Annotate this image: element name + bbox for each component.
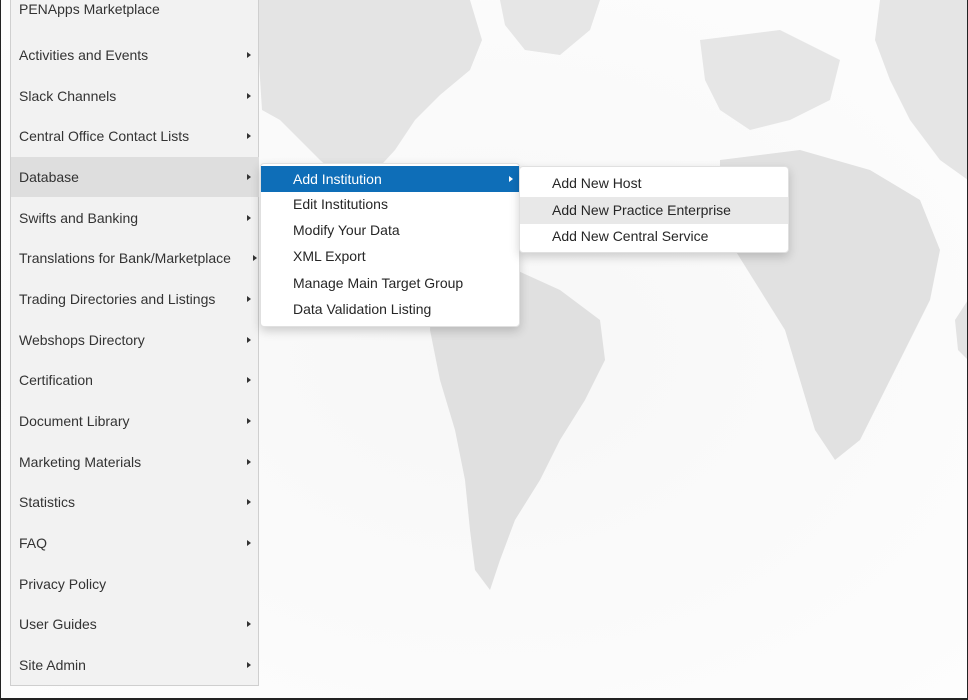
submenu-item-label: Modify Your Data [293,222,400,238]
database-submenu: Add Institution Edit Institutions Modify… [260,163,520,327]
menu-item-privacy-policy[interactable]: Privacy Policy [11,564,259,604]
submenu-item-data-validation-listing[interactable]: Data Validation Listing [261,298,519,320]
menu-item-label: Activities and Events [19,47,149,63]
menu-item-faq[interactable]: FAQ [11,523,259,563]
menu-item-label: Translations for Bank/Marketplace [19,250,231,266]
menu-item-statistics[interactable]: Statistics [11,482,259,522]
submenu-item-add-new-host[interactable]: Add New Host [520,170,788,197]
menu-item-penapps-marketplace[interactable]: PENApps Marketplace [11,0,259,22]
menu-item-document-library[interactable]: Document Library [11,401,259,441]
menu-item-label: Certification [19,372,93,388]
menu-item-label: User Guides [19,616,97,632]
menu-item-label: Statistics [19,494,76,510]
submenu-item-label: Data Validation Listing [293,301,432,317]
caret-right-icon [247,174,251,180]
submenu-item-add-institution[interactable]: Add Institution [261,166,519,192]
submenu-item-label: Add New Central Service [552,228,709,244]
menu-item-activities-and-events[interactable]: Activities and Events [11,35,259,75]
menu-item-swifts-and-banking[interactable]: Swifts and Banking [11,198,259,238]
submenu-item-modify-your-data[interactable]: Modify Your Data [261,219,519,241]
frame-border-left [0,0,1,700]
caret-right-icon [247,377,251,383]
submenu-item-add-new-central-service[interactable]: Add New Central Service [520,223,788,250]
caret-right-icon [247,459,251,465]
add-institution-submenu: Add New Host Add New Practice Enterprise… [519,166,789,253]
caret-right-icon [247,52,251,58]
menu-item-label: Site Admin [19,657,86,673]
menu-item-certification[interactable]: Certification [11,360,259,400]
caret-right-icon [247,337,251,343]
submenu-item-label: Add New Host [552,175,642,191]
caret-right-icon [247,133,251,139]
submenu-item-label: Manage Main Target Group [293,275,464,291]
caret-right-icon [247,93,251,99]
menu-item-database[interactable]: Database [11,157,259,197]
submenu-item-add-new-practice-enterprise[interactable]: Add New Practice Enterprise [520,197,788,224]
menu-item-site-admin[interactable]: Site Admin [11,645,259,685]
caret-right-icon [247,296,251,302]
menu-item-label: FAQ [19,535,48,551]
submenu-item-manage-main-target-group[interactable]: Manage Main Target Group [261,272,519,294]
menu-item-label: Database [19,169,79,185]
main-menu: PENApps Marketplace Activities and Event… [10,0,259,686]
menu-item-label: Document Library [19,413,130,429]
menu-item-label: Central Office Contact Lists [19,128,190,144]
menu-item-trading-directories-and-listings[interactable]: Trading Directories and Listings [11,279,259,319]
menu-item-label: Privacy Policy [19,576,107,592]
caret-right-icon [509,176,513,182]
caret-right-icon [247,418,251,424]
submenu-item-label: Edit Institutions [293,196,388,212]
caret-right-icon [247,215,251,221]
menu-item-label: Webshops Directory [19,332,145,348]
menu-item-label: Slack Channels [19,88,117,104]
menu-item-label: Swifts and Banking [19,210,139,226]
submenu-item-label: Add New Practice Enterprise [552,202,731,218]
menu-item-label: Marketing Materials [19,454,142,470]
menu-item-central-office-contact-lists[interactable]: Central Office Contact Lists [11,116,259,156]
submenu-item-label: Add Institution [293,171,382,187]
caret-right-icon [247,621,251,627]
caret-right-icon [247,540,251,546]
caret-right-icon [247,499,251,505]
menu-item-webshops-directory[interactable]: Webshops Directory [11,320,259,360]
menu-item-marketing-materials[interactable]: Marketing Materials [11,442,259,482]
caret-right-icon [253,255,257,261]
submenu-item-xml-export[interactable]: XML Export [261,245,519,267]
submenu-item-edit-institutions[interactable]: Edit Institutions [261,193,519,215]
page: PENApps Marketplace Activities and Event… [0,0,968,700]
menu-item-user-guides[interactable]: User Guides [11,604,259,644]
menu-item-translations-for-bank-marketplace[interactable]: Translations for Bank/Marketplace [11,238,259,278]
menu-item-label: PENApps Marketplace [19,1,160,17]
menu-item-slack-channels[interactable]: Slack Channels [11,76,259,116]
menu-item-label: Trading Directories and Listings [19,291,216,307]
caret-right-icon [247,662,251,668]
submenu-item-label: XML Export [293,248,366,264]
